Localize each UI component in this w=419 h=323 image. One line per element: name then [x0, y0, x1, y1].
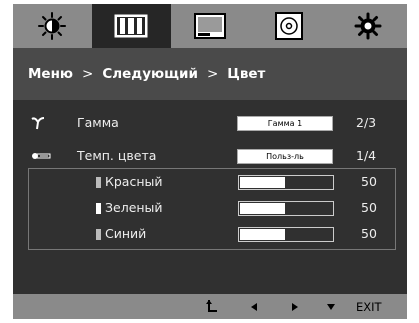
red-label: Красный — [105, 174, 163, 189]
color-temp-value[interactable]: Польз-ль — [237, 149, 333, 164]
left-arrow-icon — [251, 303, 257, 311]
osd-menu: Меню > Следующий > Цвет Гамма Гамма 1 2/… — [13, 4, 407, 319]
brightness-sun-icon — [38, 12, 67, 40]
gamma-row[interactable]: Гамма Гамма 1 2/3 — [13, 110, 407, 136]
gamma-counter: 2/3 — [356, 115, 377, 130]
gamma-value[interactable]: Гамма 1 — [237, 116, 333, 131]
blue-label: Синий — [105, 226, 147, 241]
right-button[interactable] — [292, 303, 298, 311]
right-arrow-icon — [292, 303, 298, 311]
rgb-panel: Красный 50 Зеленый 50 Синий 50 — [28, 168, 396, 250]
breadcrumb: Меню > Следующий > Цвет — [13, 48, 407, 100]
tab-brightness[interactable] — [13, 4, 92, 48]
tab-settings[interactable] — [328, 4, 407, 48]
green-label: Зеленый — [105, 200, 163, 215]
color-temp-icon — [31, 147, 53, 165]
return-arrow-icon — [206, 300, 217, 312]
bottom-bar: EXIT — [13, 294, 407, 319]
color-temp-row[interactable]: Темп. цвета Польз-ль 1/4 — [13, 143, 407, 169]
blue-row[interactable]: Синий 50 — [29, 221, 397, 247]
green-value: 50 — [361, 200, 377, 215]
down-button[interactable] — [327, 304, 335, 310]
color-bars-icon — [114, 14, 148, 38]
disc-icon — [274, 12, 303, 40]
down-arrow-icon — [327, 304, 335, 310]
red-slider[interactable] — [238, 175, 334, 190]
breadcrumb-next: Следующий — [102, 66, 198, 82]
green-slider-fill — [240, 203, 285, 214]
red-slider-fill — [240, 177, 285, 188]
color-temp-label: Темп. цвета — [77, 148, 157, 163]
gamma-label: Гамма — [77, 115, 119, 130]
red-marker — [96, 177, 101, 188]
tab-bar — [13, 4, 407, 48]
tab-color[interactable] — [91, 4, 171, 48]
blue-marker — [96, 229, 101, 240]
color-temp-counter: 1/4 — [356, 148, 377, 163]
blue-slider-fill — [240, 229, 285, 240]
back-button[interactable] — [206, 299, 218, 313]
red-value: 50 — [361, 174, 377, 189]
breadcrumb-separator: > — [82, 66, 94, 82]
breadcrumb-separator: > — [206, 66, 219, 82]
blue-value: 50 — [361, 226, 377, 241]
gamma-icon — [31, 114, 53, 132]
blue-slider[interactable] — [238, 227, 334, 242]
settings-gear-icon — [354, 12, 382, 40]
exit-button[interactable]: EXIT — [356, 300, 382, 314]
breadcrumb-menu: Меню — [28, 66, 74, 82]
red-row[interactable]: Красный 50 — [29, 169, 397, 195]
left-button[interactable] — [251, 303, 257, 311]
green-row[interactable]: Зеленый 50 — [29, 195, 397, 221]
tab-disc[interactable] — [249, 4, 328, 48]
tab-display[interactable] — [171, 4, 250, 48]
breadcrumb-current: Цвет — [227, 66, 266, 82]
green-slider[interactable] — [238, 201, 334, 216]
green-marker — [96, 203, 101, 214]
display-screen-icon — [193, 13, 226, 39]
